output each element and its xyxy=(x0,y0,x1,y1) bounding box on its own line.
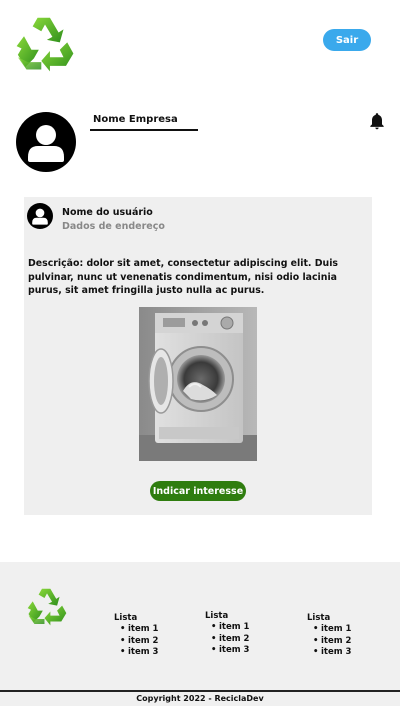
post-description: Descrição: dolor sit amet, consectetur a… xyxy=(28,258,339,296)
footer-list-item[interactable]: item 2 xyxy=(211,634,249,646)
company-avatar[interactable] xyxy=(16,112,76,172)
notifications-button[interactable] xyxy=(367,111,387,131)
post-image[interactable] xyxy=(139,307,257,461)
footer-list-title: Lista xyxy=(205,611,229,621)
footer: Lista item 1 item 2 item 3 Lista item 1 … xyxy=(0,562,400,690)
footer-logo[interactable] xyxy=(26,586,68,626)
footer-list-item[interactable]: item 2 xyxy=(313,636,351,648)
footer-list-item[interactable]: item 2 xyxy=(120,636,158,648)
company-name-underline xyxy=(90,129,198,131)
footer-list-1: Lista item 1 item 2 item 3 xyxy=(114,612,158,659)
footer-list-item[interactable]: item 1 xyxy=(211,622,249,634)
footer-list-item[interactable]: item 3 xyxy=(120,647,158,659)
footer-list-item[interactable]: item 1 xyxy=(120,624,158,636)
copyright-text: Copyright 2022 - ReciclaDev xyxy=(0,690,400,706)
footer-list-3: Lista item 1 item 2 item 3 xyxy=(307,612,351,659)
user-avatar-icon xyxy=(27,203,53,229)
footer-list-title: Lista xyxy=(114,613,138,623)
footer-list-item[interactable]: item 3 xyxy=(313,647,351,659)
washing-machine-image xyxy=(139,307,257,461)
post-user-address: Dados de endereço xyxy=(62,221,165,232)
post-user-avatar[interactable] xyxy=(27,203,53,229)
footer-list-item[interactable]: item 3 xyxy=(211,645,249,657)
recycle-icon xyxy=(16,17,74,72)
recycle-icon xyxy=(27,588,67,626)
post-user-name: Nome do usuário xyxy=(62,207,153,218)
user-avatar-icon xyxy=(16,112,76,172)
footer-list-title: Lista xyxy=(307,613,331,623)
company-name: Nome Empresa xyxy=(93,114,178,125)
logout-button[interactable]: Sair xyxy=(323,29,371,51)
footer-list-2: Lista item 1 item 2 item 3 xyxy=(205,610,249,657)
footer-list-item[interactable]: item 1 xyxy=(313,624,351,636)
header-logo[interactable] xyxy=(14,14,76,72)
bell-icon xyxy=(370,113,384,130)
indicate-interest-button[interactable]: Indicar interesse xyxy=(150,481,246,501)
post-card: Nome do usuário Dados de endereço Descri… xyxy=(24,197,372,515)
